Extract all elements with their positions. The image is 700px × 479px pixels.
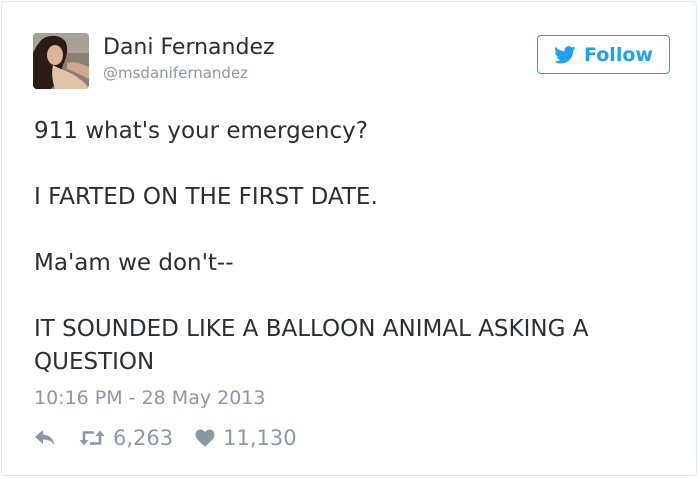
follow-button-label: Follow <box>584 43 653 66</box>
like-count: 11,130 <box>223 426 297 450</box>
reply-icon <box>35 430 55 445</box>
avatar[interactable] <box>33 33 89 89</box>
twitter-bird-icon <box>554 45 576 63</box>
user-handle[interactable]: @msdanifernandez <box>103 63 248 83</box>
display-name[interactable]: Dani Fernandez <box>103 33 275 63</box>
tweet-line: Ma'am we don't-- <box>34 250 234 276</box>
retweet-icon <box>79 430 105 446</box>
tweet-timestamp[interactable]: 10:16 PM - 28 May 2013 <box>34 385 265 411</box>
tweet-card: Dani Fernandez @msdanifernandez Follow 9… <box>1 1 697 476</box>
tweet-line: IT SOUNDED LIKE A BALLOON ANIMAL ASKING … <box>34 316 589 375</box>
profile-photo <box>33 33 89 89</box>
follow-button[interactable]: Follow <box>537 35 670 74</box>
retweet-button[interactable]: 6,263 <box>79 426 173 450</box>
tweet-line: 911 what's your emergency? <box>34 118 368 144</box>
reply-button[interactable] <box>34 429 58 447</box>
tweet-line: I FARTED ON THE FIRST DATE. <box>34 184 378 210</box>
heart-icon <box>195 429 215 447</box>
tweet-text: 911 what's your emergency? I FARTED ON T… <box>34 115 674 379</box>
retweet-count: 6,263 <box>113 426 174 450</box>
tweet-actions: 6,263 11,130 <box>34 423 297 453</box>
like-button[interactable]: 11,130 <box>195 426 297 450</box>
